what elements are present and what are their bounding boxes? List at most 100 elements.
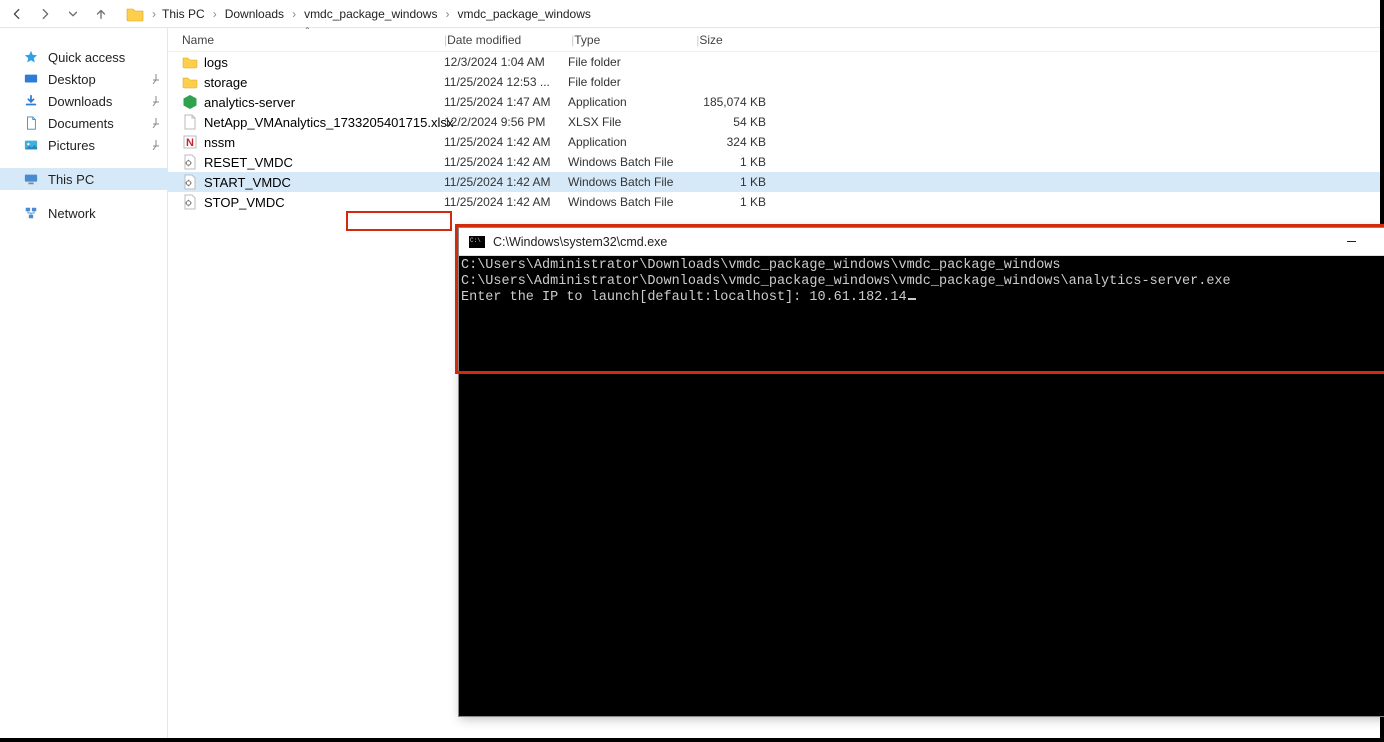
address-bar: › This PC› Downloads› vmdc_package_windo… — [0, 0, 1380, 28]
nav-buttons — [0, 3, 118, 25]
column-header-name[interactable]: Name⌃ — [182, 33, 444, 47]
file-size: 324 KB — [690, 135, 770, 149]
file-name: NetApp_VMAnalytics_1733205401715.xlsx — [204, 115, 453, 130]
downloads-icon — [22, 94, 40, 108]
annotation-box — [346, 211, 452, 231]
file-name: analytics-server — [204, 95, 295, 110]
maximize-button[interactable] — [1374, 228, 1384, 256]
file-icon: N — [182, 134, 198, 150]
column-header-type[interactable]: Type — [574, 33, 696, 47]
sidebar-label: This PC — [48, 172, 94, 187]
sidebar-label: Network — [48, 206, 96, 221]
folder-icon — [124, 4, 146, 24]
network-icon — [22, 206, 40, 220]
sidebar-item-desktop[interactable]: Desktop — [0, 68, 167, 90]
file-icon — [182, 54, 198, 70]
file-name: logs — [204, 55, 228, 70]
file-type: Windows Batch File — [568, 175, 690, 189]
pin-icon — [151, 94, 161, 104]
file-row[interactable]: storage 11/25/2024 12:53 ...File folder — [168, 72, 1380, 92]
chevron-right-icon: › — [211, 7, 219, 21]
minimize-button[interactable] — [1328, 228, 1374, 256]
file-type: Application — [568, 95, 690, 109]
svg-text:N: N — [186, 137, 194, 149]
file-date: 11/25/2024 1:42 AM — [444, 155, 568, 169]
file-date: 12/3/2024 1:04 AM — [444, 55, 568, 69]
file-name: STOP_VMDC — [204, 195, 285, 210]
pin-icon — [151, 72, 161, 82]
file-date: 12/2/2024 9:56 PM — [444, 115, 568, 129]
file-row[interactable]: STOP_VMDC 11/25/2024 1:42 AMWindows Batch… — [168, 192, 1380, 212]
file-name: START_VMDC — [204, 175, 291, 190]
pin-icon — [151, 116, 161, 126]
cmd-icon — [469, 236, 485, 248]
breadcrumb-part[interactable]: vmdc_package_windows — [300, 3, 441, 25]
file-date: 11/25/2024 1:42 AM — [444, 175, 568, 189]
cursor — [908, 298, 916, 300]
file-rows: logs 12/3/2024 1:04 AMFile folder storage 1… — [168, 52, 1380, 212]
file-icon — [182, 74, 198, 90]
file-icon — [182, 194, 198, 210]
file-icon — [182, 154, 198, 170]
file-list-pane: Name⌃ | Date modified | Type | Size logs… — [168, 28, 1380, 738]
file-size: 1 KB — [690, 155, 770, 169]
file-type: XLSX File — [568, 115, 690, 129]
file-date: 11/25/2024 1:42 AM — [444, 195, 568, 209]
sidebar-item-downloads[interactable]: Downloads — [0, 90, 167, 112]
file-icon — [182, 114, 198, 130]
file-row[interactable]: Nnssm 11/25/2024 1:42 AMApplication324 KB — [168, 132, 1380, 152]
recent-dropdown[interactable] — [60, 3, 86, 25]
file-type: Application — [568, 135, 690, 149]
cmd-window: C:\Windows\system32\cmd.exe C:\Users\Adm… — [458, 227, 1384, 717]
chevron-right-icon: › — [443, 7, 451, 21]
pictures-icon — [22, 138, 40, 152]
file-name: nssm — [204, 135, 235, 150]
file-size: 54 KB — [690, 115, 770, 129]
sidebar-label: Pictures — [48, 138, 95, 153]
sidebar-item-documents[interactable]: Documents — [0, 112, 167, 134]
documents-icon — [22, 116, 40, 130]
file-icon — [182, 174, 198, 190]
file-row[interactable]: logs12/3/2024 1:04 AMFile folder — [168, 52, 1380, 72]
sidebar-item-quick-access[interactable]: Quick access — [0, 46, 167, 68]
file-type: Windows Batch File — [568, 155, 690, 169]
sort-asc-icon: ⌃ — [304, 26, 311, 35]
file-row[interactable]: RESET_VMDC 11/25/2024 1:42 AMWindows Batc… — [168, 152, 1380, 172]
this-pc-icon — [22, 172, 40, 186]
sidebar-label: Quick access — [48, 50, 125, 65]
breadcrumb: This PC› Downloads› vmdc_package_windows… — [158, 3, 595, 25]
file-type: Windows Batch File — [568, 195, 690, 209]
file-date: 11/25/2024 12:53 ... — [444, 75, 568, 89]
forward-button[interactable] — [32, 3, 58, 25]
up-button[interactable] — [88, 3, 114, 25]
sidebar-label: Desktop — [48, 72, 96, 87]
cmd-titlebar[interactable]: C:\Windows\system32\cmd.exe — [459, 228, 1384, 256]
sidebar-label: Downloads — [48, 94, 112, 109]
sidebar-item-this-pc[interactable]: This PC — [0, 168, 167, 190]
column-header-size[interactable]: Size — [699, 33, 779, 47]
breadcrumb-part[interactable]: Downloads — [221, 3, 288, 25]
chevron-right-icon: › — [290, 7, 298, 21]
breadcrumb-part[interactable]: This PC — [158, 3, 209, 25]
file-name: RESET_VMDC — [204, 155, 293, 170]
file-date: 11/25/2024 1:42 AM — [444, 135, 568, 149]
file-size: 185,074 KB — [690, 95, 770, 109]
back-button[interactable] — [4, 3, 30, 25]
sidebar-item-network[interactable]: Network — [0, 202, 167, 224]
file-row[interactable]: START_VMDC 11/25/2024 1:42 AMWindows Batc… — [168, 172, 1380, 192]
cmd-output[interactable]: C:\Users\Administrator\Downloads\vmdc_pa… — [459, 256, 1384, 716]
pin-icon — [151, 138, 161, 148]
main-area: Quick access Desktop Downloads Documents — [0, 28, 1380, 738]
sidebar-item-pictures[interactable]: Pictures — [0, 134, 167, 156]
file-type: File folder — [568, 75, 690, 89]
file-row[interactable]: NetApp_VMAnalytics_1733205401715.xlsx12/… — [168, 112, 1380, 132]
breadcrumb-part[interactable]: vmdc_package_windows — [453, 3, 594, 25]
file-name: storage — [204, 75, 247, 90]
sidebar: Quick access Desktop Downloads Documents — [0, 28, 168, 738]
star-icon — [22, 50, 40, 64]
desktop-icon — [22, 72, 40, 86]
file-size: 1 KB — [690, 195, 770, 209]
chevron-right-icon: › — [150, 7, 158, 21]
file-row[interactable]: analytics-server11/25/2024 1:47 AMApplic… — [168, 92, 1380, 112]
column-header-date[interactable]: Date modified — [447, 33, 571, 47]
